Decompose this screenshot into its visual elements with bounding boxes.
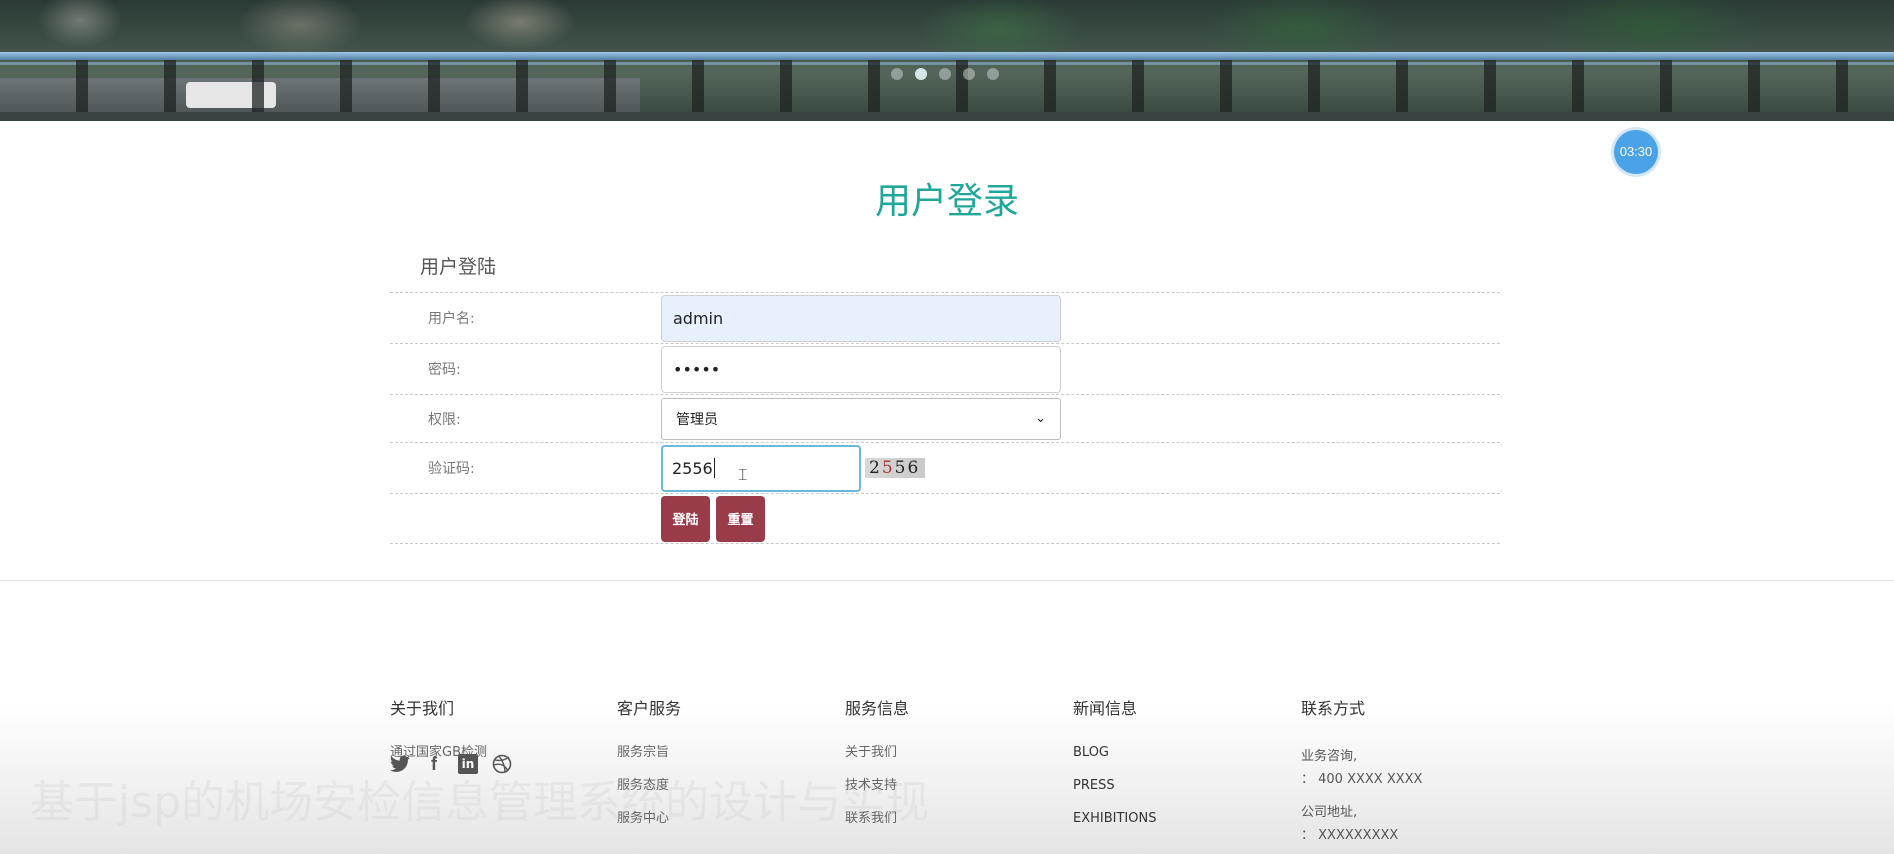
footer-link[interactable]: 联系我们 <box>845 811 909 844</box>
login-button[interactable]: 登陆 <box>661 495 710 542</box>
carousel-dot-5[interactable] <box>987 68 999 80</box>
contact-address-value: ： XXXXXXXXX <box>1301 828 1399 843</box>
footer-link[interactable]: 服务宗旨 <box>617 745 681 778</box>
footer-link[interactable]: 关于我们 <box>845 745 909 778</box>
dribbble-icon[interactable] <box>492 754 512 774</box>
footer-news-title: 新闻信息 <box>1073 699 1138 718</box>
role-label: 权限: <box>428 411 461 428</box>
role-selected-value: 管理员 <box>676 411 718 428</box>
ibeam-cursor-icon: ⌶ <box>738 465 748 484</box>
footer-col-news: 新闻信息 BLOG PRESS EXHIBITIONS <box>1073 695 1156 844</box>
footer-info-title: 服务信息 <box>845 699 910 718</box>
countdown-timer: 03:30 <box>1614 130 1658 174</box>
text-caret <box>713 458 715 478</box>
footer-link[interactable]: PRESS <box>1073 778 1156 811</box>
footer-service-title: 客户服务 <box>617 699 682 718</box>
facebook-icon[interactable]: f <box>424 754 444 774</box>
footer-watermark: 基于jsp的机场安检信息管理系统的设计与实现 <box>30 777 930 828</box>
page-title: 用户登录 <box>874 181 1019 222</box>
captcha-input[interactable]: 2556 <box>661 444 861 492</box>
form-heading: 用户登陆 <box>420 256 497 278</box>
footer-col-about: 关于我们 通过国家GB检测 f in <box>390 695 512 774</box>
footer-contact-title: 联系方式 <box>1301 699 1366 718</box>
carousel-dot-2[interactable] <box>915 68 927 80</box>
reset-button[interactable]: 重置 <box>716 495 765 542</box>
username-label: 用户名: <box>428 311 475 327</box>
footer-link[interactable]: 服务中心 <box>617 811 681 844</box>
form-row-password: 密码: ••••• <box>390 343 1500 394</box>
form-row-actions: 登陆 重置 <box>390 493 1500 544</box>
footer-col-info: 服务信息 关于我们 技术支持 联系我们 <box>845 695 909 844</box>
carousel-dots <box>891 68 999 80</box>
carousel-dot-1[interactable] <box>891 68 903 80</box>
footer-about-title: 关于我们 <box>390 699 455 718</box>
footer-col-contact: 联系方式 业务咨询, ： 400 XXXX XXXX 公司地址, ： XXXXX… <box>1301 695 1422 847</box>
form-row-username: 用户名: admin <box>390 292 1500 343</box>
role-select[interactable]: 管理员 ⌄ <box>661 397 1061 440</box>
carousel-dot-3[interactable] <box>939 68 951 80</box>
carousel-dot-4[interactable] <box>963 68 975 80</box>
captcha-label: 验证码: <box>428 461 475 477</box>
banner-carousel <box>0 0 1894 121</box>
password-input[interactable]: ••••• <box>661 345 1061 393</box>
login-form: 用户登陆 用户名: admin 密码: ••••• 权限: 管理员 ⌄ 验证码:… <box>390 252 1500 544</box>
contact-consult-value: ： 400 XXXX XXXX <box>1301 772 1423 787</box>
captcha-input-value: 2556 <box>672 458 713 478</box>
twitter-icon[interactable] <box>390 754 410 774</box>
form-row-captcha: 验证码: 2556 ⌶ 2556 <box>390 442 1500 493</box>
linkedin-icon[interactable]: in <box>458 754 478 774</box>
footer-col-service: 客户服务 服务宗旨 服务态度 服务中心 <box>617 695 681 844</box>
captcha-image[interactable]: 2556 <box>865 458 925 478</box>
username-input[interactable]: admin <box>661 294 1061 342</box>
footer-link[interactable]: BLOG <box>1073 745 1156 778</box>
footer-link[interactable]: 服务态度 <box>617 778 681 811</box>
contact-consult-label: 业务咨询, <box>1301 749 1358 764</box>
chevron-down-icon: ⌄ <box>1035 411 1046 426</box>
form-row-role: 权限: 管理员 ⌄ <box>390 394 1500 442</box>
footer: 基于jsp的机场安检信息管理系统的设计与实现 关于我们 通过国家GB检测 f i… <box>0 581 1894 854</box>
footer-link[interactable]: 技术支持 <box>845 778 909 811</box>
footer-link[interactable]: EXHIBITIONS <box>1073 811 1156 844</box>
contact-address-label: 公司地址, <box>1301 805 1358 820</box>
password-label: 密码: <box>428 362 461 378</box>
